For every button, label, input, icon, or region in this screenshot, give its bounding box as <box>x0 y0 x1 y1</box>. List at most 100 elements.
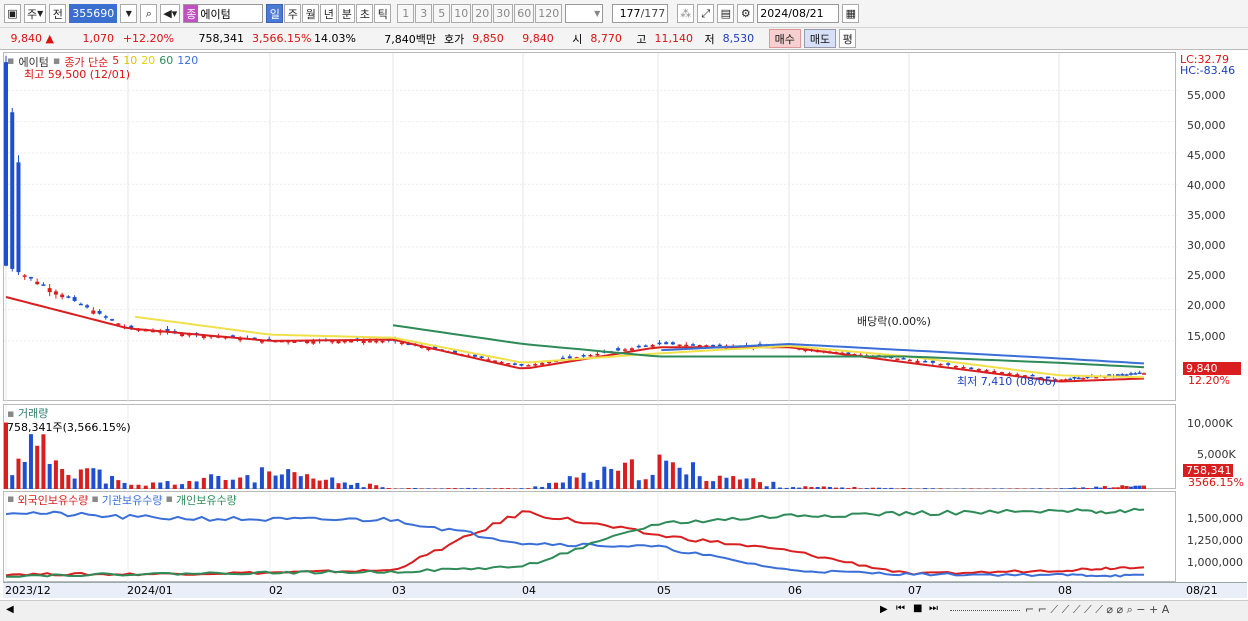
interval-60[interactable]: 60 <box>514 4 535 23</box>
code-dropdown-icon[interactable]: ▼ <box>120 4 138 23</box>
x-tick: 04 <box>522 584 536 597</box>
interval-1[interactable]: 1 <box>397 4 415 23</box>
avg-button[interactable]: 평 <box>839 29 857 48</box>
count-input[interactable]: 177 <box>615 7 641 20</box>
volume-bar <box>311 478 316 489</box>
prev-button[interactable]: 전 <box>49 4 67 23</box>
tab-daily[interactable]: 일 <box>266 4 284 23</box>
interval-5[interactable]: 5 <box>433 4 451 23</box>
grid-icon[interactable]: ⁂ <box>677 4 695 23</box>
tool-icons[interactable]: ⌐ ⌐ ⟋ ⟋ ⟋ ⟋ ⟋ ⌀ ⌀ ⌕ − + A <box>1025 603 1169 617</box>
volume-panel[interactable]: ▪ 거래량 758,341주(3,566.15%) <box>3 404 1177 490</box>
speaker-icon[interactable]: ◀▾ <box>160 4 181 23</box>
volume-bar <box>110 475 115 489</box>
price-panel[interactable]: ▪ 에이텀 ▪ 종가 단순 5 10 20 60 120 최고 59,500 (… <box>3 52 1177 402</box>
y-tick: 25,000 <box>1187 269 1226 282</box>
y-tick: 35,000 <box>1187 209 1226 222</box>
interval-30[interactable]: 30 <box>493 4 514 23</box>
volume-bar <box>771 481 776 489</box>
volume-bar <box>286 469 291 489</box>
volume-bar <box>1068 488 1073 489</box>
interval-3[interactable]: 3 <box>415 4 433 23</box>
window-icon[interactable]: ▣ <box>4 4 21 23</box>
volume-bar <box>724 477 729 489</box>
candle <box>28 277 33 279</box>
volume-bar <box>751 478 756 489</box>
candle <box>1072 377 1077 379</box>
tab-second[interactable]: 초 <box>356 4 374 23</box>
volume-bar <box>16 458 21 489</box>
up-arrow-icon: ▲ <box>45 32 54 45</box>
draw-icon[interactable]: ⤢ <box>697 4 715 23</box>
tab-minute[interactable]: 분 <box>338 4 356 23</box>
zoom-slider[interactable] <box>950 610 1020 613</box>
candle <box>1128 373 1133 375</box>
stock-code-input[interactable]: 355690 <box>69 4 118 23</box>
volume-bar <box>1045 488 1050 489</box>
interval-120[interactable]: 120 <box>535 4 563 23</box>
x-tick: 07 <box>908 584 922 597</box>
date-input[interactable]: 2024/08/21 <box>757 4 840 23</box>
volume-bar <box>386 488 391 489</box>
x-tick: 03 <box>392 584 406 597</box>
low-price: 8,530 <box>722 32 755 45</box>
buy-button[interactable]: 매수 <box>768 29 801 48</box>
interval-custom-select[interactable]: ▼ <box>565 4 604 23</box>
tab-tick[interactable]: 틱 <box>374 4 392 23</box>
tab-yearly[interactable]: 년 <box>320 4 338 23</box>
volume-bar <box>194 481 199 489</box>
volume-bar <box>643 479 648 489</box>
stock-name: 에이텀 <box>200 7 231 21</box>
candle <box>684 344 689 347</box>
volume-bar <box>355 482 360 489</box>
go-start-icon[interactable]: ⏮ <box>896 603 905 614</box>
count-field[interactable]: 177 /177 <box>612 4 669 23</box>
volume-bar <box>47 463 52 489</box>
holding-line-0 <box>5 510 1145 577</box>
volume-bar <box>901 488 906 489</box>
volume-bar <box>877 487 881 489</box>
volume-bar <box>136 484 141 489</box>
bid-label: 호가 <box>444 32 465 46</box>
scroll-right-icon[interactable]: ▶ <box>880 604 888 615</box>
volume-rate: 3,566.15% <box>252 32 312 45</box>
tab-weekly[interactable]: 주 <box>284 4 302 23</box>
volume-chart[interactable] <box>4 405 1177 490</box>
candle <box>367 340 372 343</box>
volume-bar <box>778 487 783 489</box>
volume-bar <box>158 482 163 489</box>
candle <box>374 340 379 343</box>
save-icon[interactable]: ▤ <box>717 4 735 23</box>
market-select[interactable]: 주 ▼ <box>24 4 47 23</box>
stop-icon[interactable]: ■ <box>913 603 922 614</box>
volume-bar <box>97 469 102 489</box>
volume-bar <box>1098 487 1103 489</box>
calendar-icon[interactable]: ▦ <box>842 4 860 23</box>
candle <box>1120 374 1125 376</box>
scroll-left-icon[interactable]: ◀ <box>6 604 14 615</box>
volume-bar <box>784 487 789 489</box>
go-end-icon[interactable]: ⏭ <box>929 603 938 614</box>
candle <box>91 310 96 314</box>
volume-bar <box>361 487 366 489</box>
volume-bar <box>1142 485 1146 489</box>
holding-panel[interactable]: ▪ 외국인보유수량 ▪ 기관보유수량 ▪ 개인보유수량 <box>3 491 1176 583</box>
interval-20[interactable]: 20 <box>472 4 493 23</box>
candle <box>349 340 354 343</box>
volume-bar <box>380 487 385 489</box>
volume-bar <box>609 469 614 489</box>
stock-type-badge: 종 <box>184 5 199 22</box>
stock-name-field[interactable]: 종 에이텀 <box>183 4 264 23</box>
tab-monthly[interactable]: 월 <box>302 4 320 23</box>
gear-icon[interactable]: ⚙ <box>737 4 755 23</box>
sell-button[interactable]: 매도 <box>803 29 837 48</box>
volume-bar <box>840 487 845 489</box>
volume-bar <box>711 481 716 489</box>
price-chart[interactable] <box>4 53 1177 402</box>
chart-scrollbar[interactable]: ◀ ▶ ⏮ ■ ⏭ ⌐ ⌐ ⟋ ⟋ ⟋ ⟋ ⟋ ⌀ ⌀ ⌕ − + A <box>0 600 1248 621</box>
search-icon[interactable]: ⌕ <box>140 4 158 23</box>
volume-bar <box>1076 488 1081 489</box>
volume-bar <box>323 479 328 489</box>
interval-10[interactable]: 10 <box>451 4 472 23</box>
candle <box>35 281 40 285</box>
